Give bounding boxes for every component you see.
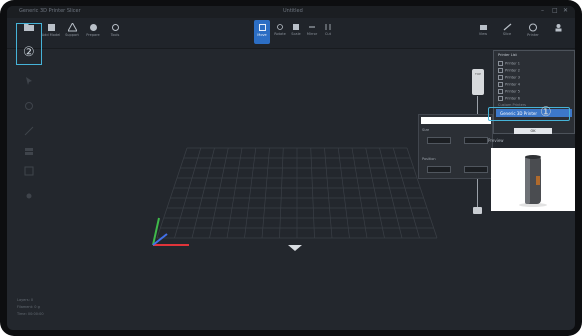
support-button[interactable]: Support [62,20,82,44]
app-window: Generic 3D Printer Slicer Untitled – □ ✕… [7,6,575,330]
add-model-button[interactable]: Add Model [41,20,61,44]
screenshot-frame: Generic 3D Printer Slicer Untitled – □ ✕… [0,0,582,336]
slice-button[interactable]: Slice [497,20,517,44]
mirror-label: Mirror [306,32,318,36]
printer-dropdown[interactable]: Printer List Printer 1 Printer 2 Printer… [493,50,575,134]
minimize-button[interactable]: – [541,7,544,14]
checkbox-icon [498,61,503,66]
cut-tool-button[interactable]: Cut [321,20,335,44]
printer-icon [529,23,537,32]
view-button[interactable]: View [473,20,493,44]
account-icon [555,24,561,32]
dropdown-item[interactable]: Printer 5 [498,89,520,94]
view-cube[interactable]: TOP [472,69,484,95]
cut-icon [325,24,331,30]
printer-button[interactable]: Printer [523,20,543,44]
object-properties-panel: Size Position [418,114,493,179]
printer-preview-image [491,148,575,211]
prepare-label: Prepare [86,33,100,37]
view-icon [479,25,487,30]
scale-icon [293,24,299,30]
position-x-field[interactable] [427,166,451,173]
checkbox-icon [498,75,503,80]
checkbox-icon [498,82,503,87]
rotate-label: Rotate [274,32,286,36]
maximize-button[interactable]: □ [552,7,558,14]
dropdown-item[interactable]: Printer 6 [498,96,520,101]
callout-1-frame [488,107,570,121]
add-model-icon [47,24,55,31]
tools-label: Tools [110,33,120,37]
printer-label: Printer [527,33,539,37]
move-tool-button[interactable]: Move [254,20,270,44]
position-label: Position [422,157,436,161]
size-x-field[interactable] [427,137,451,144]
cut-label: Cut [324,32,332,36]
document-title: Untitled [283,8,303,14]
app-title: Generic 3D Printer Slicer [19,8,81,14]
rotate-icon [277,24,283,30]
mirror-icon [309,26,315,28]
status-time: Time: 00:00:00 [17,312,44,316]
add-model-label: Add Model [41,33,61,37]
scale-label: Scale [291,32,301,36]
dropdown-item[interactable]: Printer 3 [498,75,520,80]
scale-tool-button[interactable]: Scale [289,20,303,44]
home-arrow-icon[interactable] [288,245,302,251]
printer-image-icon [519,155,547,207]
checkbox-icon [498,89,503,94]
name-input[interactable] [421,117,491,124]
dropdown-ok-button[interactable]: OK [514,128,552,134]
slice-label: Slice [502,32,512,36]
position-y-field[interactable] [464,166,488,173]
view-label: View [478,32,488,36]
dropdown-header: Printer List [498,53,517,57]
move-label: Move [257,33,267,37]
move-icon [258,24,266,31]
size-y-field[interactable] [464,137,488,144]
tools-icon [111,24,119,31]
dropdown-item[interactable]: Printer 2 [498,68,520,73]
mirror-tool-button[interactable]: Mirror [305,20,319,44]
rotate-tool-button[interactable]: Rotate [273,20,287,44]
callout-1-number: ① [540,105,552,120]
prepare-button[interactable]: Prepare [83,20,103,44]
view-cube-label: TOP [474,72,481,76]
slice-icon [503,23,511,31]
close-button[interactable]: ✕ [563,7,568,14]
status-filament: Filament: 0 g [17,305,40,309]
support-icon [67,23,77,32]
prepare-icon [89,24,97,31]
size-label: Size [422,128,430,132]
checkbox-icon [498,68,503,73]
tools-button[interactable]: Tools [105,20,125,44]
account-button[interactable] [548,20,568,44]
axis-gizmo [152,217,189,246]
dropdown-item[interactable]: Printer 1 [498,61,520,66]
dropdown-item[interactable]: Printer 4 [498,82,520,87]
checkbox-icon [498,96,503,101]
support-label: Support [65,33,79,37]
status-layers: Layers: 0 [17,298,34,302]
layer-slider-handle[interactable] [473,207,482,214]
preview-header: Preview [488,138,504,143]
